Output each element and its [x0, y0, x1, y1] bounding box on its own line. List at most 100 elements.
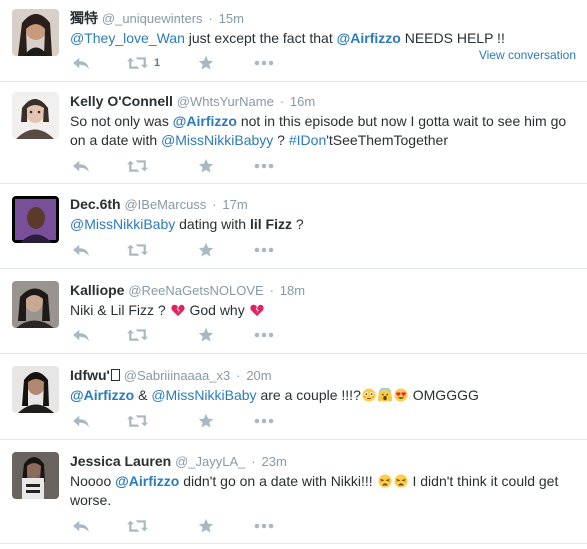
reply-icon	[72, 243, 90, 257]
favorite-button[interactable]	[198, 156, 214, 176]
mention-link[interactable]: @Airfizzo	[337, 30, 401, 46]
broken-heart-icon	[250, 303, 264, 317]
broken-heart-icon	[171, 303, 185, 317]
user-handle[interactable]: @WhtsYurName	[177, 94, 274, 109]
retweet-button[interactable]: 1	[127, 53, 160, 73]
reply-icon	[72, 519, 90, 533]
text-segment: ?	[273, 132, 289, 148]
user-avatar[interactable]	[12, 281, 59, 328]
reply-icon	[72, 159, 90, 173]
weary-face-icon	[394, 474, 408, 488]
favorite-button[interactable]	[198, 411, 214, 431]
tweet-item[interactable]: Dec.6th @IBeMarcuss · 17m @MissNikkiBaby…	[0, 184, 587, 269]
tweet-text: @They_love_Wan just except the fact that…	[70, 29, 577, 48]
user-fullname[interactable]: Dec.6th	[70, 196, 121, 212]
separator-dot: ·	[269, 283, 274, 298]
hashtag-link[interactable]: #IDon	[289, 132, 326, 148]
tweet-item[interactable]: 獨特 @_uniquewinters · 15m @They_love_Wan …	[0, 0, 587, 82]
tweet-actions	[70, 516, 290, 536]
user-fullname[interactable]: Kelly O'Connell	[70, 93, 173, 109]
mention-link[interactable]: @MissNikkiBaby	[70, 216, 175, 232]
user-handle[interactable]: @Sabriiinaaaa_x3	[124, 368, 230, 383]
favorite-button[interactable]	[198, 53, 214, 73]
unknown-glyph-icon	[110, 369, 120, 381]
user-handle[interactable]: @ReeNaGetsNOLOVE	[128, 283, 263, 298]
tweet-timestamp[interactable]: 15m	[219, 11, 244, 26]
more-button[interactable]	[254, 516, 274, 536]
text-segment: are a couple !!!?	[256, 387, 361, 403]
user-avatar[interactable]	[12, 366, 59, 413]
user-avatar[interactable]	[12, 92, 59, 139]
more-dots-icon	[254, 163, 274, 169]
more-button[interactable]	[254, 411, 274, 431]
mention-link[interactable]: @MissNikkiBabyy	[161, 132, 273, 148]
heart-eyes-face-icon	[394, 388, 408, 402]
text-segment: &	[134, 387, 152, 403]
tweet-item[interactable]: Kalliope @ReeNaGetsNOLOVE · 18m Niki & L…	[0, 269, 587, 354]
retweet-icon	[127, 56, 148, 70]
user-avatar[interactable]	[12, 452, 59, 499]
retweet-button[interactable]	[127, 156, 148, 176]
user-handle[interactable]: @IBeMarcuss	[124, 197, 206, 212]
reply-button[interactable]	[72, 156, 90, 176]
retweet-button[interactable]	[127, 411, 148, 431]
retweet-button[interactable]	[127, 240, 148, 260]
star-icon	[198, 518, 214, 534]
user-avatar[interactable]	[12, 196, 59, 243]
tweet-item[interactable]: Idfwu' @Sabriiinaaaa_x3 · 20m @Airfizzo …	[0, 354, 587, 440]
tweet-text: Noooo @Airfizzo didn't go on a date with…	[70, 472, 577, 510]
user-fullname[interactable]: 獨特	[70, 10, 98, 26]
more-button[interactable]	[254, 325, 274, 345]
more-button[interactable]	[254, 53, 274, 73]
text-segment: dating with	[175, 216, 250, 232]
text-segment: NEEDS HELP !!	[400, 30, 505, 46]
star-icon	[198, 158, 214, 174]
star-icon	[198, 55, 214, 71]
more-button[interactable]	[254, 156, 274, 176]
user-handle[interactable]: @_uniquewinters	[102, 11, 203, 26]
user-handle[interactable]: @_JayyLA_	[175, 454, 245, 469]
tweet-actions: 1	[70, 53, 290, 73]
text-segment: Noooo	[70, 473, 116, 489]
tweet-timestamp[interactable]: 16m	[290, 94, 315, 109]
text-segment: didn't go on a date with Nikki!!!	[179, 473, 377, 489]
separator-dot: ·	[236, 368, 241, 383]
reply-button[interactable]	[72, 411, 90, 431]
reply-button[interactable]	[72, 240, 90, 260]
user-avatar[interactable]	[12, 9, 59, 56]
retweet-button[interactable]	[127, 325, 148, 345]
separator-dot: ·	[251, 454, 256, 469]
favorite-button[interactable]	[198, 325, 214, 345]
mention-link[interactable]: @MissNikkiBaby	[151, 387, 256, 403]
flushed-face-icon	[362, 388, 376, 402]
favorite-button[interactable]	[198, 240, 214, 260]
reply-button[interactable]	[72, 516, 90, 536]
retweet-button[interactable]	[127, 516, 148, 536]
screaming-face-icon	[378, 388, 392, 402]
tweet-timestamp[interactable]: 17m	[222, 197, 247, 212]
view-conversation-link[interactable]: View conversation	[479, 48, 576, 62]
reply-icon	[72, 328, 90, 342]
more-dots-icon	[254, 332, 274, 338]
favorite-button[interactable]	[198, 516, 214, 536]
mention-link[interactable]: @Airfizzo	[70, 387, 134, 403]
tweet-timestamp[interactable]: 23m	[261, 454, 286, 469]
more-button[interactable]	[254, 240, 274, 260]
more-dots-icon	[254, 523, 274, 529]
tweet-text: @MissNikkiBaby dating with lil Fizz ?	[70, 215, 577, 234]
mention-link[interactable]: @They_love_Wan	[70, 30, 185, 46]
tweet-item[interactable]: Kelly O'Connell @WhtsYurName · 16m So no…	[0, 82, 587, 184]
reply-icon	[72, 414, 90, 428]
user-fullname[interactable]: Jessica Lauren	[70, 453, 171, 469]
mention-link[interactable]: @Airfizzo	[115, 473, 179, 489]
search-highlight: lil Fizz	[249, 216, 292, 232]
tweet-timestamp[interactable]: 20m	[246, 368, 271, 383]
tweet-timestamp[interactable]: 18m	[280, 283, 305, 298]
mention-link[interactable]: @Airfizzo	[173, 113, 237, 129]
reply-button[interactable]	[72, 325, 90, 345]
user-fullname[interactable]: Kalliope	[70, 282, 124, 298]
reply-button[interactable]	[72, 53, 90, 73]
tweet-item[interactable]: Jessica Lauren @_JayyLA_ · 23m Noooo @Ai…	[0, 440, 587, 544]
text-segment: Niki & Lil Fizz ?	[70, 302, 170, 318]
user-fullname[interactable]: Idfwu'	[70, 367, 120, 383]
